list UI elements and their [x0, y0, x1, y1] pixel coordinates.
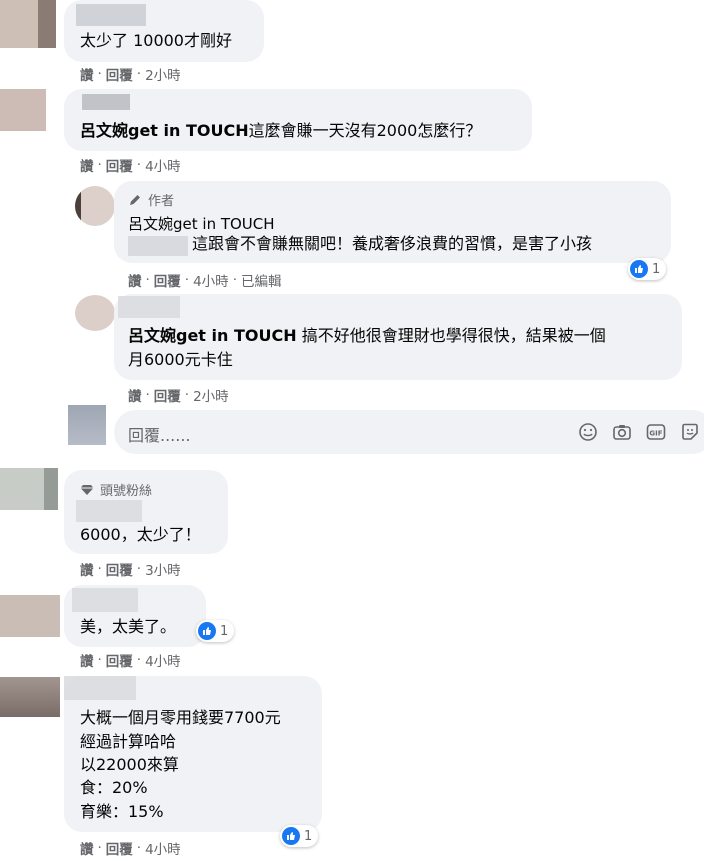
like-button[interactable]: 讚: [128, 385, 142, 405]
comment-meta: 讚 · 回覆 · 4小時 · 已編輯: [128, 270, 282, 290]
avatar[interactable]: [0, 468, 58, 510]
comment-meta: 讚 · 回覆 · 4小時: [80, 838, 181, 858]
timestamp[interactable]: 2小時: [193, 385, 229, 405]
reaction-count[interactable]: 1: [196, 620, 235, 642]
timestamp[interactable]: 4小時: [145, 838, 181, 858]
reply-button[interactable]: 回覆: [106, 64, 133, 84]
reply-button[interactable]: 回覆: [154, 270, 181, 290]
reply-button[interactable]: 回覆: [106, 155, 133, 175]
svg-text:GIF: GIF: [649, 430, 662, 438]
comment-text-line: 以22000來算: [80, 755, 179, 774]
mention-blurred[interactable]: [128, 236, 188, 256]
author-name[interactable]: 呂文婉get in TOUCH: [128, 213, 275, 235]
reply-button[interactable]: 回覆: [154, 385, 181, 405]
reply-button[interactable]: 回覆: [106, 838, 133, 858]
like-icon: [282, 827, 300, 845]
timestamp[interactable]: 4小時: [145, 155, 181, 175]
comment-meta: 讚 · 回覆 · 2小時: [80, 64, 181, 84]
reply-button[interactable]: 回覆: [106, 650, 133, 670]
reaction-count[interactable]: 1: [628, 258, 667, 280]
comment-meta: 讚 · 回覆 · 4小時: [80, 155, 181, 175]
like-icon: [630, 260, 648, 278]
comment-text-line: 食：20%: [80, 778, 148, 797]
comment-text: 呂文婉get in TOUCH 搞不好他很會理財也學得很快，結果被一個: [128, 326, 606, 345]
comment-text-line: 大概一個月零用錢要7700元: [80, 708, 281, 727]
like-button[interactable]: 讚: [128, 270, 142, 290]
like-button[interactable]: 讚: [80, 838, 94, 858]
author-badge: 作者: [128, 190, 174, 209]
timestamp[interactable]: 3小時: [145, 559, 181, 579]
comment-text-line: 育樂：15%: [80, 802, 164, 821]
timestamp[interactable]: 4小時: [145, 650, 181, 670]
comment-text-line: 經過計算哈哈: [80, 732, 177, 751]
like-button[interactable]: 讚: [80, 650, 94, 670]
gif-icon[interactable]: GIF: [646, 422, 666, 442]
author-name-blurred[interactable]: [76, 4, 146, 26]
mention-tag[interactable]: 呂文婉get in TOUCH: [128, 326, 297, 345]
reply-button[interactable]: 回覆: [106, 559, 133, 579]
avatar[interactable]: [0, 595, 60, 637]
author-name-blurred[interactable]: [76, 500, 142, 522]
camera-icon[interactable]: [612, 422, 632, 442]
comment-text: 6000，太少了！: [80, 525, 201, 544]
comment-text: 呂文婉get in TOUCH這麼會賺一天沒有2000怎麼行？: [80, 121, 482, 140]
comment-meta: 讚 · 回覆 · 3小時: [80, 559, 181, 579]
avatar[interactable]: [75, 186, 115, 226]
pencil-icon: [130, 194, 140, 205]
reaction-count[interactable]: 1: [280, 825, 319, 847]
current-user-avatar: [68, 405, 106, 445]
like-button[interactable]: 讚: [80, 64, 94, 84]
diamond-icon: [80, 484, 94, 495]
avatar[interactable]: [0, 0, 56, 48]
comment-text: 這跟會不會賺無關吧！養成奢侈浪費的習慣，是害了小孩: [192, 234, 593, 253]
smile-icon[interactable]: [578, 422, 598, 442]
like-button[interactable]: 讚: [80, 155, 94, 175]
author-name-blurred[interactable]: [82, 94, 130, 110]
reply-placeholder: 回覆......: [128, 426, 191, 445]
like-button[interactable]: 讚: [80, 559, 94, 579]
like-icon: [198, 622, 216, 640]
timestamp[interactable]: 4小時: [193, 270, 229, 290]
comment-text: 太少了 10000才剛好: [80, 31, 232, 50]
author-name-blurred[interactable]: [64, 676, 136, 700]
mention-tag[interactable]: 呂文婉get in TOUCH: [80, 121, 249, 140]
reply-input[interactable]: 回覆...... GIF: [114, 410, 704, 454]
avatar[interactable]: [0, 89, 46, 131]
author-name-blurred[interactable]: [118, 296, 180, 318]
comment-meta: 讚 · 回覆 · 2小時: [128, 385, 229, 405]
comment-text-line2: 月6000元卡住: [128, 350, 233, 369]
author-name-blurred[interactable]: [72, 588, 138, 612]
avatar[interactable]: [75, 295, 115, 331]
sticker-icon[interactable]: [680, 422, 700, 442]
avatar[interactable]: [0, 677, 60, 717]
top-fan-badge[interactable]: 頭號粉絲: [80, 480, 152, 499]
edited-label[interactable]: 已編輯: [241, 270, 282, 290]
comment-text: 美，太美了。: [80, 617, 177, 636]
timestamp[interactable]: 2小時: [145, 64, 181, 84]
comment-meta: 讚 · 回覆 · 4小時: [80, 650, 181, 670]
